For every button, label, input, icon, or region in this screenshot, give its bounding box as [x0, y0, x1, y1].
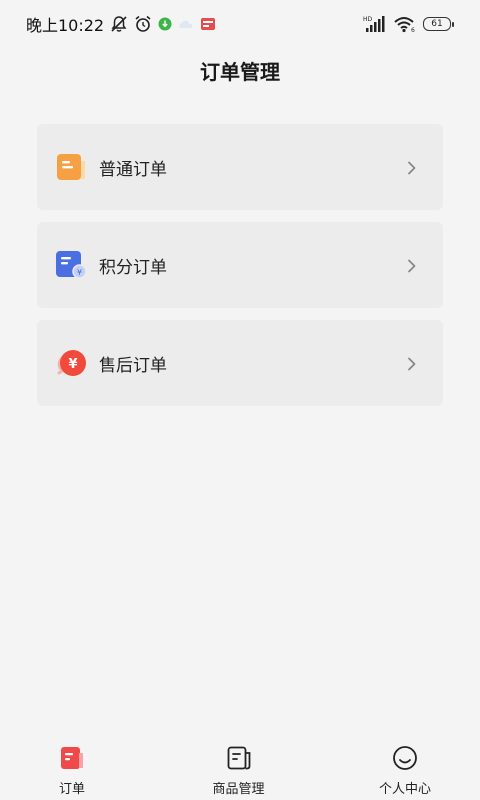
- download-icon: [158, 17, 172, 31]
- tab-profile-label: 个人中心: [378, 782, 431, 797]
- status-right: HD 6 61: [363, 15, 454, 33]
- after-sales-order-icon: ¥: [55, 347, 87, 379]
- status-left: 晚上10:22: [26, 12, 216, 36]
- battery-tip: [452, 21, 454, 27]
- bottom-nav: 订单 商品管理 个人中心: [0, 740, 480, 800]
- battery-indicator: 61: [423, 17, 454, 31]
- wifi-icon: 6: [393, 15, 417, 33]
- tab-goods-management[interactable]: 商品管理: [199, 740, 279, 800]
- points-order-icon: ¥: [55, 249, 87, 281]
- svg-text:¥: ¥: [77, 268, 82, 277]
- tab-profile[interactable]: 个人中心: [365, 740, 445, 800]
- page-title: 订单管理: [200, 60, 280, 84]
- signal-icon: HD: [363, 15, 387, 33]
- app-notification-icon: [200, 16, 216, 32]
- goods-tab-icon: [225, 744, 253, 772]
- chevron-right-icon: [407, 160, 417, 175]
- svg-text:¥: ¥: [68, 357, 77, 372]
- tab-goods-management-label: 商品管理: [212, 782, 265, 797]
- points-order-label: 积分订单: [99, 257, 167, 278]
- svg-text:6: 6: [411, 27, 415, 33]
- after-sales-order-card[interactable]: ¥ 售后订单: [37, 320, 443, 406]
- chevron-right-icon: [407, 356, 417, 371]
- svg-text:HD: HD: [363, 16, 373, 23]
- status-time: 晚上10:22: [26, 16, 105, 35]
- normal-order-label: 普通订单: [99, 159, 167, 180]
- cloud-icon: [178, 18, 194, 30]
- after-sales-order-label: 售后订单: [99, 355, 167, 376]
- order-tab-icon: [58, 744, 86, 772]
- alarm-icon: [134, 15, 152, 33]
- mute-icon: [110, 15, 128, 33]
- status-bar: 晚上10:22 HD 6 61: [0, 0, 480, 48]
- normal-order-icon: [55, 151, 87, 183]
- points-order-card[interactable]: ¥ 积分订单: [37, 222, 443, 308]
- battery-level: 61: [423, 17, 451, 31]
- tab-orders-label: 订单: [58, 782, 85, 797]
- normal-order-card[interactable]: 普通订单: [37, 124, 443, 210]
- tab-orders[interactable]: 订单: [32, 740, 112, 800]
- order-menu: 普通订单 ¥ 积分订单 ¥ 售后订单: [37, 124, 443, 418]
- chevron-right-icon: [407, 258, 417, 273]
- profile-tab-icon: [391, 744, 419, 772]
